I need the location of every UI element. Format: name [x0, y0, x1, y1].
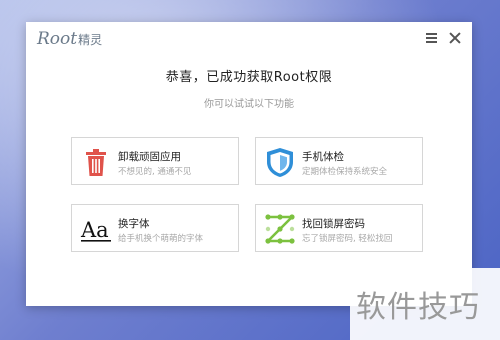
logo-text: Root: [37, 29, 78, 49]
trash-icon: [86, 149, 106, 176]
card-title: 卸载顽固应用: [118, 151, 181, 163]
card-description: 给手机换个萌萌的字体: [118, 234, 204, 244]
shield-icon: [267, 148, 293, 177]
change-font-card[interactable]: Aa 换字体 给手机换个萌萌的字体: [71, 204, 239, 252]
uninstall-apps-card[interactable]: 卸载顽固应用 不想见的, 通通不见: [71, 137, 239, 185]
phone-checkup-card[interactable]: 手机体检 定期体检保持系统安全: [255, 137, 423, 185]
card-title: 换字体: [118, 218, 150, 230]
suggestion-subline: 你可以试试以下功能: [204, 99, 294, 110]
card-description: 定期体检保持系统安全: [302, 167, 388, 177]
card-title: 找回锁屏密码: [302, 218, 365, 230]
card-description: 忘了锁屏密码, 轻松找回: [302, 234, 393, 244]
watermark-text: 软件技巧: [356, 290, 480, 325]
close-button[interactable]: [447, 30, 463, 46]
app-logo: Root精灵: [37, 29, 102, 50]
font-aa-icon: Aa: [80, 218, 111, 242]
pattern-lock-icon: [265, 214, 295, 244]
success-headline: 恭喜，已成功获取Root权限: [165, 70, 333, 85]
root-app-window: Root精灵 恭喜，已成功获取Root权限 你可以试试以下功能 卸载顽固应用 不…: [26, 22, 472, 306]
menu-button[interactable]: [424, 30, 440, 46]
title-bar: Root精灵: [26, 22, 472, 56]
card-description: 不想见的, 通通不见: [118, 167, 192, 177]
logo-cn-text: 精灵: [78, 33, 103, 47]
svg-text:Aa: Aa: [80, 218, 109, 242]
recover-lock-password-card[interactable]: 找回锁屏密码 忘了锁屏密码, 轻松找回: [255, 204, 423, 252]
watermark: 软件技巧: [350, 268, 500, 340]
card-title: 手机体检: [302, 151, 344, 163]
